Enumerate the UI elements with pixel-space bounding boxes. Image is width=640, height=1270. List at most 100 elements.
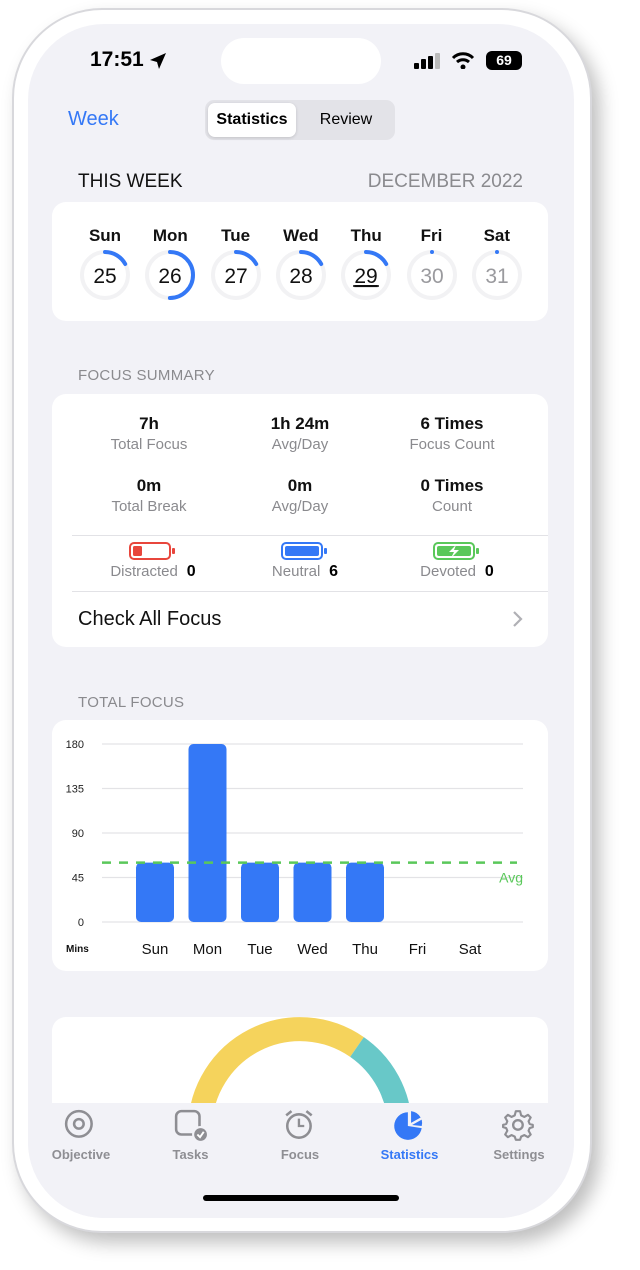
stat-value: 0m <box>287 476 313 495</box>
screen: 17:51 69 Week Statistics Review THIS WEE… <box>28 24 574 1218</box>
stat-value: 0m <box>136 476 162 495</box>
bar-thu <box>346 862 384 922</box>
day-date: 29 <box>355 265 378 288</box>
x-tick-label: Wed <box>297 941 328 958</box>
stat-value: 7h <box>139 414 159 433</box>
state-count: 0 <box>186 563 196 580</box>
day-sun[interactable]: Sun 25 <box>75 226 135 302</box>
segment-review[interactable]: Review <box>301 103 391 137</box>
day-name: Mon <box>152 226 188 245</box>
stat-focus-count: 6 Times Focus Count <box>377 414 527 453</box>
bar-sun <box>136 862 174 922</box>
total-focus-chart: 0 45 90 135 180 Mins Sun Mon Tue Wed Thu Fri Sat Avg <box>66 739 523 958</box>
alarm-clock-icon <box>285 1110 313 1139</box>
state-devoted: Devoted 0 <box>402 542 512 581</box>
stat-value: 6 Times <box>420 414 484 433</box>
stat-label: Avg/Day <box>271 498 329 515</box>
total-focus-card: 0 45 90 135 180 Mins Sun Mon Tue Wed Thu Fri Sat Avg <box>52 720 548 971</box>
day-wed[interactable]: Wed 28 <box>271 226 331 302</box>
day-name: Sat <box>483 226 511 245</box>
day-thu[interactable]: Thu 29 <box>336 226 396 302</box>
avg-label: Avg <box>499 870 523 886</box>
tab-tasks[interactable]: Tasks <box>141 1109 241 1162</box>
day-mon[interactable]: Mon 26 <box>140 226 200 302</box>
tab-settings[interactable]: Settings <box>469 1109 569 1162</box>
battery-indicator: 69 <box>486 51 522 70</box>
day-name: Fri <box>420 226 443 245</box>
day-date: 31 <box>485 265 508 288</box>
stat-value: 1h 24m <box>270 414 330 433</box>
day-name: Sun <box>88 226 122 245</box>
stat-label: Focus Count <box>409 436 495 453</box>
focus-summary-card: 7h Total Focus 1h 24m Avg/Day 6 Times Focus… <box>52 394 548 647</box>
day-name: Wed <box>283 226 319 245</box>
day-progress-ring: 31 <box>471 250 522 300</box>
y-tick-label: 0 <box>78 917 84 929</box>
day-progress-ring: 29 <box>341 250 392 300</box>
tab-statistics[interactable]: Statistics <box>360 1109 460 1162</box>
x-tick-label: Mon <box>193 941 222 958</box>
bar-tue <box>241 862 279 922</box>
tab-label: Tasks <box>172 1147 209 1162</box>
bar-mon <box>188 744 227 922</box>
stat-break-avg: 0m Avg/Day <box>225 476 375 515</box>
tab-label: Settings <box>493 1147 545 1162</box>
stat-avg-day: 1h 24m Avg/Day <box>225 414 375 453</box>
stat-label: Total Break <box>111 498 187 515</box>
cellular-signal-icon <box>414 53 440 69</box>
battery-devoted-icon <box>433 542 479 560</box>
state-count: 6 <box>329 563 339 580</box>
x-tick-label: Tue <box>247 941 272 958</box>
y-tick-label: 90 <box>72 828 84 840</box>
tab-focus[interactable]: Focus <box>250 1109 350 1162</box>
state-label: Neutral <box>271 563 321 580</box>
x-tick-label: Fri <box>409 941 427 958</box>
x-tick-label: Thu <box>352 941 378 958</box>
day-progress-ring: 25 <box>80 250 130 300</box>
gear-icon <box>502 1110 534 1141</box>
week-back-button[interactable]: Week <box>68 108 119 131</box>
bar-wed <box>293 862 332 922</box>
stat-label: Count <box>431 498 473 515</box>
day-date: 30 <box>420 265 443 288</box>
x-tick-label: Sat <box>459 941 482 958</box>
segment-statistics[interactable]: Statistics <box>208 103 296 137</box>
stat-break-count: 0 Times Count <box>377 476 527 515</box>
stat-total-break: 0m Total Break <box>74 476 224 515</box>
day-sat[interactable]: Sat 31 <box>467 226 527 302</box>
chevron-right-icon <box>513 611 523 627</box>
day-date: 28 <box>289 265 312 288</box>
state-label: Distracted <box>110 563 178 580</box>
tab-objective[interactable]: Objective <box>31 1109 131 1162</box>
focus-summary-title: FOCUS SUMMARY <box>78 367 215 384</box>
month-label: DECEMBER 2022 <box>367 171 523 192</box>
tab-label: Focus <box>280 1147 320 1162</box>
pie-chart-icon <box>393 1111 422 1140</box>
status-time: 17:51 <box>90 48 144 71</box>
day-name: Thu <box>350 226 382 245</box>
state-count: 0 <box>484 563 494 580</box>
stat-total-focus: 7h Total Focus <box>74 414 224 453</box>
dynamic-island <box>221 38 381 84</box>
state-neutral: Neutral 6 <box>250 542 360 581</box>
day-tue[interactable]: Tue 27 <box>206 226 266 302</box>
battery-distracted-icon <box>129 542 175 560</box>
day-date: 26 <box>159 265 182 288</box>
y-tick-label: 135 <box>66 784 84 796</box>
segmented-control: Statistics Review <box>205 100 395 140</box>
y-axis-unit: Mins <box>66 944 89 955</box>
stat-value: 0 Times <box>420 476 484 495</box>
tab-bar: Objective Tasks Focus Statistics Settings <box>28 1103 574 1218</box>
tab-label: Objective <box>51 1147 111 1162</box>
day-fri[interactable]: Fri 30 <box>402 226 462 302</box>
wifi-icon <box>451 52 475 69</box>
day-name: Tue <box>221 226 251 245</box>
day-progress-ring: 26 <box>145 250 196 300</box>
day-progress-ring: 27 <box>210 250 261 300</box>
day-progress-ring: 30 <box>406 250 457 300</box>
task-check-icon <box>174 1109 208 1143</box>
day-date: 25 <box>93 265 116 288</box>
location-arrow-icon <box>150 53 166 69</box>
check-all-focus-row[interactable]: Check All Focus <box>52 592 548 647</box>
y-tick-label: 180 <box>66 739 84 751</box>
